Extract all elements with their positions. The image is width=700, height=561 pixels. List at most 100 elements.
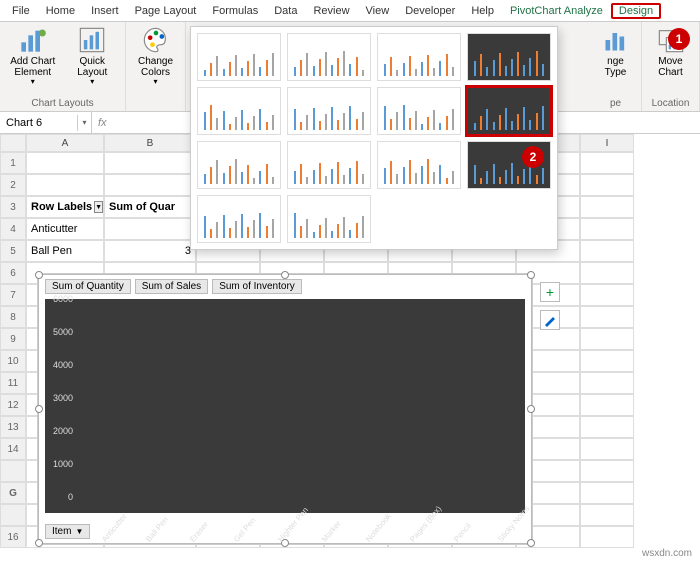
cell[interactable]	[580, 504, 634, 526]
brush-icon	[543, 313, 557, 327]
axis-field-button[interactable]: Item ▼	[45, 524, 90, 539]
chart-style-thumb-8[interactable]	[467, 87, 551, 135]
cell[interactable]	[580, 460, 634, 482]
row-header[interactable]: 7	[0, 284, 26, 306]
field-button-inventory[interactable]: Sum of Inventory	[212, 279, 302, 294]
row-header[interactable]: 9	[0, 328, 26, 350]
chart-style-thumb-4[interactable]	[467, 33, 551, 81]
chart-elements-button[interactable]: +	[540, 282, 560, 302]
row-header[interactable]: 11	[0, 372, 26, 394]
chart-style-thumb-9[interactable]	[197, 141, 281, 189]
tab-review[interactable]: Review	[305, 3, 357, 19]
chart-style-thumb-10[interactable]	[287, 141, 371, 189]
cell[interactable]: Ball Pen	[26, 240, 104, 262]
tab-developer[interactable]: Developer	[397, 3, 463, 19]
field-button-sales[interactable]: Sum of Sales	[135, 279, 208, 294]
chart-style-thumb-1[interactable]	[197, 33, 281, 81]
cell[interactable]	[580, 174, 634, 196]
group-type: pe	[596, 96, 635, 109]
cell[interactable]	[580, 482, 634, 504]
tab-formulas[interactable]: Formulas	[204, 3, 266, 19]
x-axis: AnticutterBall PenEraserGel PenHighter P…	[81, 530, 521, 539]
col-header-A[interactable]: A	[26, 134, 104, 152]
cell[interactable]: 3	[104, 240, 196, 262]
cell-sum-quantity[interactable]: Sum of Quar	[104, 196, 196, 218]
chart-field-buttons: Sum of Quantity Sum of Sales Sum of Inve…	[45, 279, 302, 294]
cell[interactable]	[580, 416, 634, 438]
row-header[interactable]: 1	[0, 152, 26, 174]
cell[interactable]	[104, 174, 196, 196]
cell[interactable]	[580, 240, 634, 262]
change-colors-button[interactable]: Change Colors ▾	[132, 24, 179, 94]
cell[interactable]	[580, 350, 634, 372]
row-header[interactable]: 6	[0, 262, 26, 284]
row-header[interactable]: 2	[0, 174, 26, 196]
change-chart-type-button[interactable]: nge Type	[596, 24, 635, 94]
cell[interactable]	[580, 196, 634, 218]
tab-insert[interactable]: Insert	[83, 3, 127, 19]
col-header-I[interactable]: I	[580, 134, 634, 152]
ribbon-tabs: File Home Insert Page Layout Formulas Da…	[0, 0, 700, 22]
chart-style-thumb-11[interactable]	[377, 141, 461, 189]
chart-style-thumb-2[interactable]	[287, 33, 371, 81]
tab-view[interactable]: View	[358, 3, 398, 19]
cell[interactable]	[580, 438, 634, 460]
cell[interactable]	[580, 306, 634, 328]
chart-style-thumb-13[interactable]	[197, 195, 281, 243]
tab-data[interactable]: Data	[266, 3, 305, 19]
row-header[interactable]: 14	[0, 438, 26, 460]
y-tick: 3000	[53, 393, 73, 403]
cell[interactable]	[580, 218, 634, 240]
row-header[interactable]: 5	[0, 240, 26, 262]
plot-area[interactable]: 0100020003000400050006000 AnticutterBall…	[45, 299, 525, 513]
row-header[interactable]	[0, 460, 26, 482]
tab-home[interactable]: Home	[38, 3, 83, 19]
cell-row-labels[interactable]: Row Labels ▼	[26, 196, 104, 218]
chart-styles-button[interactable]	[540, 310, 560, 330]
name-box[interactable]: Chart 6	[0, 115, 78, 131]
cell[interactable]	[26, 152, 104, 174]
tab-design[interactable]: Design	[611, 3, 661, 19]
cell[interactable]	[580, 262, 634, 284]
chart-style-thumb-7[interactable]	[377, 87, 461, 135]
pivot-chart[interactable]: Sum of Quantity Sum of Sales Sum of Inve…	[38, 274, 532, 544]
x-tick: Marker	[320, 512, 349, 544]
field-button-quantity[interactable]: Sum of Quantity	[45, 279, 131, 294]
tab-pivotchart-analyze[interactable]: PivotChart Analyze	[502, 3, 611, 19]
tab-help[interactable]: Help	[463, 3, 502, 19]
cell[interactable]: Anticutter	[26, 218, 104, 240]
col-header-B[interactable]: B	[104, 134, 196, 152]
row-header[interactable]: 12	[0, 394, 26, 416]
cell[interactable]	[580, 284, 634, 306]
chart-style-thumb-14[interactable]	[287, 195, 371, 243]
cell[interactable]	[580, 372, 634, 394]
row-header[interactable]: 8	[0, 306, 26, 328]
chart-style-thumb-6[interactable]	[287, 87, 371, 135]
cell[interactable]	[104, 218, 196, 240]
chart-style-thumb-3[interactable]	[377, 33, 461, 81]
cell[interactable]	[580, 328, 634, 350]
cell[interactable]	[580, 394, 634, 416]
group-chart-layouts: Chart Layouts	[6, 96, 119, 109]
chart-style-thumb-5[interactable]	[197, 87, 281, 135]
add-chart-element-button[interactable]: Add Chart Element ▾	[6, 24, 60, 94]
cell[interactable]	[26, 174, 104, 196]
row-header[interactable]: 3	[0, 196, 26, 218]
row-header[interactable]: 4	[0, 218, 26, 240]
cell[interactable]	[580, 526, 634, 548]
tab-page-layout[interactable]: Page Layout	[127, 3, 205, 19]
tab-file[interactable]: File	[4, 3, 38, 19]
row-header[interactable]: 16	[0, 526, 26, 548]
fx-icon[interactable]: fx	[92, 117, 113, 129]
chart-bars	[81, 303, 521, 497]
quick-layout-button[interactable]: Quick Layout ▾	[66, 24, 120, 94]
cell[interactable]	[104, 152, 196, 174]
row-header[interactable]: 13	[0, 416, 26, 438]
quick-layout-icon	[78, 26, 106, 54]
cell[interactable]	[580, 152, 634, 174]
row-header[interactable]	[0, 504, 26, 526]
filter-dropdown-icon[interactable]: ▼	[94, 201, 103, 213]
name-box-dropdown[interactable]: ▾	[78, 112, 92, 133]
row-header[interactable]: 10	[0, 350, 26, 372]
row-header[interactable]: G	[0, 482, 26, 504]
